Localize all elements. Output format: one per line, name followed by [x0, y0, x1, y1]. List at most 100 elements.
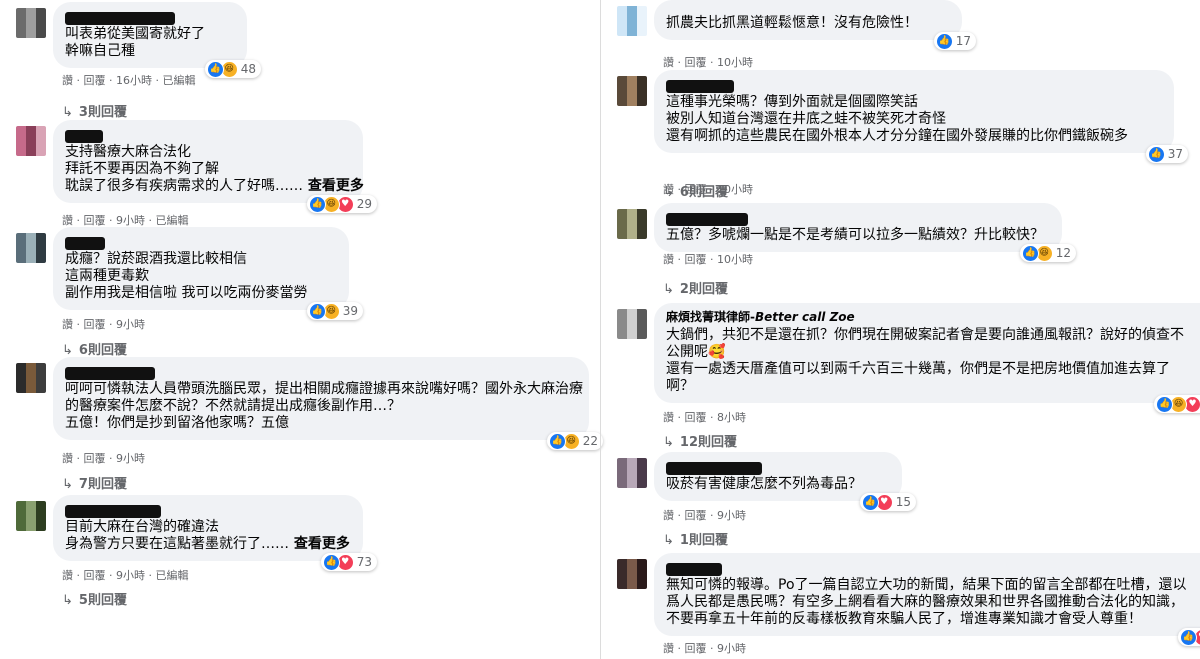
reply-link[interactable]: 回覆: [84, 74, 106, 87]
avatar[interactable]: [16, 126, 46, 156]
redacted-name: [65, 237, 105, 250]
commenter-name[interactable]: [666, 460, 890, 475]
like-link[interactable]: 讚: [663, 411, 674, 424]
reply-link[interactable]: 回覆: [685, 642, 707, 655]
reaction-count: 39: [342, 304, 358, 318]
avatar[interactable]: [617, 76, 647, 106]
timestamp[interactable]: 9小時: [116, 214, 145, 227]
comment-bubble: 麻煩找菁琪律師-Better call Zoe 大鍋們，共犯不是還在抓？你們現在開…: [654, 303, 1200, 413]
reaction-summary[interactable]: 👍 😆 39: [306, 302, 363, 320]
commenter-name[interactable]: [666, 78, 1162, 93]
timestamp[interactable]: 10小時: [717, 56, 753, 69]
view-replies-link[interactable]: ↳ 3則回覆: [62, 101, 127, 120]
edited-label: 已編輯: [162, 74, 196, 87]
timestamp[interactable]: 9小時: [116, 569, 145, 582]
reaction-summary[interactable]: 👍 ♥ 15: [859, 493, 916, 511]
reaction-summary[interactable]: 👍♥27: [1177, 628, 1200, 646]
comment-text-line: 這種事光榮嗎？傳到外面就是個國際笑話: [666, 94, 918, 110]
reaction-summary[interactable]: 👍 😆 48: [204, 60, 261, 78]
view-replies-link[interactable]: ↳ 12則回覆: [663, 431, 737, 450]
avatar-block: [637, 309, 647, 339]
commenter-name[interactable]: [65, 235, 337, 250]
avatar[interactable]: [16, 363, 46, 393]
separator-dot: ·: [145, 569, 156, 582]
like-link[interactable]: 讚: [663, 253, 674, 266]
commenter-name[interactable]: 麻煩找菁琪律師-Better call Zoe: [666, 310, 1200, 324]
view-replies-link[interactable]: ↳ 7則回覆: [62, 473, 127, 492]
like-link[interactable]: 讚: [663, 642, 674, 655]
commenter-name[interactable]: [65, 503, 351, 518]
commenter-name[interactable]: [666, 211, 1050, 226]
timestamp[interactable]: 9小時: [717, 642, 746, 655]
reply-link[interactable]: 回覆: [685, 253, 707, 266]
view-replies-link[interactable]: ↳ 2則回覆: [663, 278, 728, 297]
reaction-summary[interactable]: 👍 😆 12: [1019, 244, 1076, 262]
commenter-name[interactable]: [666, 561, 1200, 576]
avatar[interactable]: [617, 458, 647, 488]
reply-link[interactable]: 回覆: [84, 318, 106, 331]
like-link[interactable]: 讚: [62, 214, 73, 227]
reaction-summary[interactable]: 👍 17: [933, 32, 976, 50]
separator-dot: ·: [105, 74, 116, 87]
timestamp[interactable]: 9小時: [116, 318, 145, 331]
timestamp[interactable]: 8小時: [717, 411, 746, 424]
commenter-name[interactable]: [65, 10, 235, 25]
reaction-summary[interactable]: 👍😆♥279: [1154, 395, 1200, 413]
separator-dot: ·: [105, 452, 116, 465]
timestamp[interactable]: 10小時: [717, 253, 753, 266]
reply-link[interactable]: 回覆: [685, 56, 707, 69]
redacted-name: [65, 367, 155, 380]
like-link[interactable]: 讚: [663, 56, 674, 69]
reply-link[interactable]: 回覆: [84, 569, 106, 582]
comment-text-line: 啊？: [666, 378, 694, 394]
separator-dot: ·: [706, 642, 717, 655]
like-link[interactable]: 讚: [663, 509, 674, 522]
timestamp[interactable]: 9小時: [116, 452, 145, 465]
avatar-block: [617, 458, 627, 488]
separator-dot: ·: [73, 452, 84, 465]
reaction-count: 22: [582, 434, 598, 448]
reaction-count: 15: [895, 495, 911, 509]
reaction-summary[interactable]: 👍 ♥ 73: [320, 553, 377, 571]
comment-actions: 讚 · 回覆 · 8小時: [663, 409, 746, 425]
like-link[interactable]: 讚: [62, 569, 73, 582]
view-replies-link[interactable]: ↳ 6則回覆: [663, 181, 728, 200]
view-replies-link[interactable]: ↳ 1則回覆: [663, 529, 728, 548]
avatar[interactable]: [617, 309, 647, 339]
reply-link[interactable]: 回覆: [84, 214, 106, 227]
separator-dot: ·: [105, 318, 116, 331]
reply-link[interactable]: 回覆: [685, 509, 707, 522]
like-link[interactable]: 讚: [62, 74, 73, 87]
see-more-link[interactable]: 查看更多: [289, 536, 350, 552]
reaction-summary[interactable]: 👍 😆 ♥ 29: [306, 195, 377, 213]
reply-link[interactable]: 回覆: [84, 452, 106, 465]
avatar[interactable]: [16, 233, 46, 263]
view-replies-link[interactable]: ↳ 6則回覆: [62, 339, 127, 358]
commenter-name[interactable]: [65, 128, 351, 143]
comment-text-line: 叫表弟從美國寄就好了: [65, 26, 205, 42]
view-replies-link[interactable]: ↳ 5則回覆: [62, 589, 127, 608]
reply-arrow-icon: ↳: [62, 105, 73, 120]
redacted-name: [666, 462, 762, 475]
commenter-name[interactable]: [666, 8, 950, 12]
reply-link[interactable]: 回覆: [685, 411, 707, 424]
see-more-link[interactable]: 查看更多: [303, 178, 364, 194]
like-link[interactable]: 讚: [62, 318, 73, 331]
commenter-name[interactable]: [65, 365, 577, 380]
comment-text-line: 拜託不要再因為不夠了解: [65, 161, 219, 177]
avatar[interactable]: [617, 6, 647, 36]
comment-text-line: 的醫療案件怎麼不說？不然就請提出成癮後副作用…？: [65, 398, 401, 414]
reaction-summary[interactable]: 👍 37: [1145, 145, 1188, 163]
separator-dot: ·: [73, 214, 84, 227]
avatar[interactable]: [617, 559, 647, 589]
comment-text-line: 還有一處透天厝產值可以到兩千六百三十幾萬，你們是不是把房地價值加進去算了: [666, 361, 1170, 377]
avatar[interactable]: [16, 501, 46, 531]
comment-text-line: 呵呵可憐執法人員帶頭洗腦民眾，提出相關成癮證據再來說嘴好嗎？國外永大麻治療: [65, 381, 583, 397]
avatar[interactable]: [617, 209, 647, 239]
separator-dot: ·: [105, 214, 116, 227]
timestamp[interactable]: 16小時: [116, 74, 152, 87]
avatar[interactable]: [16, 8, 46, 38]
like-link[interactable]: 讚: [62, 452, 73, 465]
reaction-summary[interactable]: 👍 😆 22: [546, 432, 603, 450]
timestamp[interactable]: 9小時: [717, 509, 746, 522]
